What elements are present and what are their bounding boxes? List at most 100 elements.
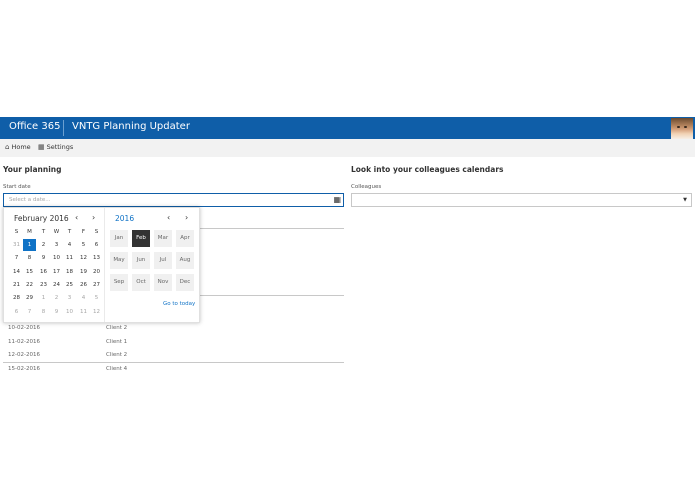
day-cell[interactable]: 7 <box>23 306 36 318</box>
month-cell[interactable]: Oct <box>132 274 150 291</box>
your-planning-title: Your planning <box>3 165 62 174</box>
row-date: 12-02-2016 <box>8 352 40 358</box>
row-date: 10-02-2016 <box>8 325 40 331</box>
day-cell[interactable]: 9 <box>50 306 63 318</box>
day-cell[interactable]: 6 <box>90 239 103 251</box>
day-cell[interactable]: 22 <box>23 279 36 291</box>
day-cell[interactable]: 1 <box>23 239 36 251</box>
avatar[interactable] <box>671 118 693 139</box>
row-client: Client 2 <box>106 325 128 331</box>
day-cell[interactable]: 3 <box>63 292 76 304</box>
chevron-right-icon[interactable]: › <box>185 213 188 222</box>
day-cell[interactable]: 5 <box>77 239 90 251</box>
month-cell[interactable]: Mar <box>154 230 172 247</box>
start-date-label: Start date <box>3 184 31 190</box>
home-icon: ⌂ <box>5 143 10 151</box>
year-title[interactable]: 2016 <box>115 214 134 223</box>
app-title[interactable]: VNTG Planning Updater <box>72 121 190 132</box>
list-item[interactable]: 10-02-2016 Client 2 <box>3 323 344 335</box>
row-date: 15-02-2016 <box>8 366 40 372</box>
weekday-label: F <box>81 229 86 235</box>
day-cell[interactable]: 2 <box>50 292 63 304</box>
month-title: February 2016 <box>14 214 69 223</box>
date-picker: February 2016 ‹ › SMTWTFS 31 1 2 3 4 5 6 7 8 9 10 1… <box>3 207 200 323</box>
day-cell[interactable]: 8 <box>37 306 50 318</box>
day-picker: February 2016 ‹ › SMTWTFS 31 1 2 3 4 5 6 7 8 9 10 1… <box>4 208 105 322</box>
month-cell[interactable]: Feb <box>132 230 150 247</box>
day-cell[interactable]: 11 <box>77 306 90 318</box>
nav-item-settings[interactable]: ▦ Settings <box>38 143 73 151</box>
colleagues-label: Colleagues <box>351 184 382 190</box>
day-cell[interactable]: 13 <box>90 252 103 264</box>
month-cell[interactable]: Apr <box>176 230 194 247</box>
weekday-label: T <box>41 229 46 235</box>
day-cell[interactable]: 4 <box>63 239 76 251</box>
day-cell[interactable]: 28 <box>10 292 23 304</box>
row-client: Client 4 <box>106 366 128 372</box>
calendar-icon: ▦ <box>38 143 45 151</box>
nav-item-label: Home <box>11 143 31 151</box>
month-cell[interactable]: Jan <box>110 230 128 247</box>
chevron-left-icon[interactable]: ‹ <box>167 213 170 222</box>
avatar-eye <box>677 126 680 128</box>
chevron-left-icon[interactable]: ‹ <box>75 213 78 222</box>
day-cell[interactable]: 1 <box>37 292 50 304</box>
day-cell[interactable]: 10 <box>63 306 76 318</box>
day-cell[interactable]: 25 <box>63 279 76 291</box>
day-cell[interactable]: 3 <box>50 239 63 251</box>
day-cell[interactable]: 9 <box>37 252 50 264</box>
row-client: Client 2 <box>106 352 128 358</box>
list-item[interactable]: 15-02-2016 Client 4 <box>3 364 344 376</box>
day-cell[interactable]: 18 <box>63 266 76 278</box>
day-cell[interactable]: 12 <box>90 306 103 318</box>
day-cell[interactable]: 7 <box>10 252 23 264</box>
day-cell[interactable]: 31 <box>10 239 23 251</box>
start-date-input[interactable]: Select a date... ▦ <box>3 193 344 207</box>
month-cell[interactable]: May <box>110 252 128 269</box>
weekday-label: S <box>14 229 19 235</box>
weekday-label: M <box>27 229 32 235</box>
chevron-right-icon[interactable]: › <box>92 213 95 222</box>
day-cell[interactable]: 4 <box>77 292 90 304</box>
day-cell[interactable]: 5 <box>90 292 103 304</box>
weekday-label: W <box>53 229 60 235</box>
day-cell[interactable]: 10 <box>50 252 63 264</box>
month-cell[interactable]: Dec <box>176 274 194 291</box>
weekday-label: S <box>94 229 99 235</box>
day-cell[interactable]: 8 <box>23 252 36 264</box>
day-cell[interactable]: 19 <box>77 266 90 278</box>
day-cell[interactable]: 6 <box>10 306 23 318</box>
day-cell[interactable]: 12 <box>77 252 90 264</box>
month-cell[interactable]: Jun <box>132 252 150 269</box>
nav-item-home[interactable]: ⌂ Home <box>5 143 31 151</box>
list-item[interactable]: 11-02-2016 Client 1 <box>3 337 344 349</box>
suite-brand[interactable]: Office 365 <box>9 121 60 132</box>
nav-bar: ⌂ Home ▦ Settings <box>0 139 695 157</box>
day-cell[interactable]: 23 <box>37 279 50 291</box>
list-item[interactable]: 12-02-2016 Client 2 <box>3 350 344 362</box>
go-to-today-link[interactable]: Go to today <box>163 301 195 307</box>
day-cell[interactable]: 21 <box>10 279 23 291</box>
day-cell[interactable]: 2 <box>37 239 50 251</box>
day-cell[interactable]: 29 <box>23 292 36 304</box>
calendar-icon[interactable]: ▦ <box>333 195 341 204</box>
chevron-down-icon: ▼ <box>683 197 687 203</box>
month-cell[interactable]: Jul <box>154 252 172 269</box>
date-placeholder: Select a date... <box>9 197 51 203</box>
day-cell[interactable]: 11 <box>63 252 76 264</box>
month-cell[interactable]: Nov <box>154 274 172 291</box>
avatar-eye <box>684 126 687 128</box>
day-cell[interactable]: 26 <box>77 279 90 291</box>
day-cell[interactable]: 20 <box>90 266 103 278</box>
colleagues-dropdown[interactable]: ▼ <box>351 193 692 207</box>
month-cell[interactable]: Aug <box>176 252 194 269</box>
day-cell[interactable]: 16 <box>37 266 50 278</box>
divider <box>3 362 344 363</box>
month-cell[interactable]: Sep <box>110 274 128 291</box>
day-cell[interactable]: 17 <box>50 266 63 278</box>
day-cell[interactable]: 27 <box>90 279 103 291</box>
colleagues-title: Look into your colleagues calendars <box>351 165 504 174</box>
day-cell[interactable]: 14 <box>10 266 23 278</box>
day-cell[interactable]: 15 <box>23 266 36 278</box>
day-cell[interactable]: 24 <box>50 279 63 291</box>
